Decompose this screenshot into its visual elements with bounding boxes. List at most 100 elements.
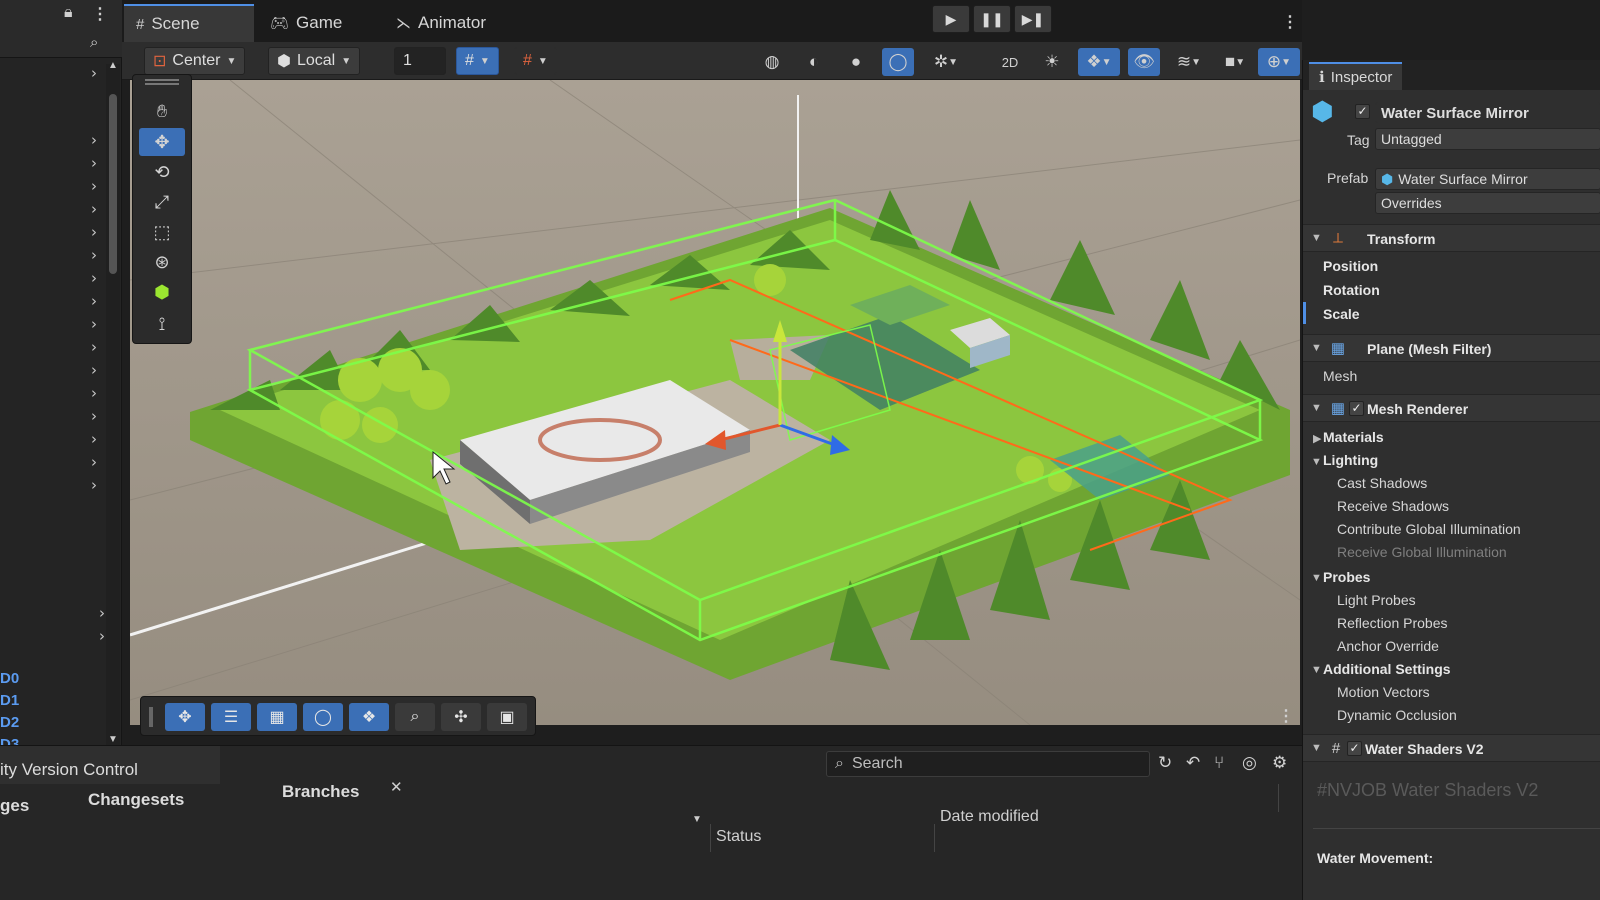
expand-arrow-icon[interactable]: › [91,269,97,287]
foldout-arrow-icon[interactable]: ▼ [1311,572,1322,584]
panel-title[interactable]: ity Version Control [0,760,138,780]
grid-snap-input[interactable]: 1 [394,47,446,75]
custom-tool-button[interactable]: ⬢ [139,278,185,306]
step-button[interactable]: ▶❚ [1014,5,1052,33]
effects-dropdown[interactable]: ❖ ▼ [1078,48,1120,76]
expand-arrow-icon[interactable]: › [99,627,105,645]
shading-shaded-button[interactable]: ◯ [882,48,914,76]
move-tool-button[interactable]: ✥ [139,128,185,156]
tab-changesets[interactable]: Changesets [88,790,184,810]
more-options-icon[interactable]: ⋮ [92,4,108,24]
foldout-arrow-icon[interactable]: ▼ [1311,402,1322,414]
hand-tool-button[interactable]: ✋︎ [139,97,185,125]
expand-arrow-icon[interactable]: › [91,407,97,425]
column-divider[interactable] [934,824,935,852]
expand-arrow-icon[interactable]: › [91,476,97,494]
transform-header[interactable]: ▼ ⟂ Transform [1303,224,1600,252]
scale-label[interactable]: Scale [1323,306,1360,322]
overlay-camera-button[interactable]: ▣ [487,703,527,731]
expand-arrow-icon[interactable]: › [91,292,97,310]
hierarchy-search-icon[interactable]: ⌕ [90,34,98,51]
more-options-icon[interactable]: ⋮ [1282,12,1298,32]
scene-viewport[interactable] [130,80,1300,725]
overlay-pivot-button[interactable]: ✣ [441,703,481,731]
overlay-align-button[interactable]: ☰ [211,703,251,731]
gear-icon[interactable]: ⚙ [1272,753,1287,773]
2d-mode-toggle[interactable]: 2D [994,48,1026,76]
scroll-up-icon[interactable]: ▲ [108,60,118,71]
tab-scene[interactable]: # Scene [124,4,254,42]
scrollbar-thumb[interactable] [109,94,117,274]
debug-draw-dropdown[interactable]: ✲ ▼ [926,48,966,76]
tab-animator[interactable]: ⋋ Animator [384,4,498,42]
close-tab-icon[interactable]: ✕ [390,778,403,796]
sort-arrow-icon[interactable]: ▼ [692,814,702,825]
pivot-rotation-dropdown[interactable]: ⬢ Local ▼ [268,47,361,75]
expand-arrow-icon[interactable]: › [91,430,97,448]
expand-arrow-icon[interactable]: › [91,177,97,195]
rotate-tool-button[interactable]: ⟲ [139,158,185,186]
shading-wire-button[interactable]: ◐ [798,48,830,76]
tab-changes[interactable]: ges [0,796,29,816]
pause-button[interactable]: ❚❚ [973,5,1011,33]
lighting-label[interactable]: Lighting [1323,452,1378,468]
probes-label[interactable]: Probes [1323,569,1370,585]
expand-arrow-icon[interactable]: › [91,154,97,172]
overlay-move-button[interactable]: ✥ [165,703,205,731]
rect-tool-button[interactable]: ⬚ [139,218,185,246]
expand-arrow-icon[interactable]: › [91,338,97,356]
water-shaders-header[interactable]: ▼ # ✓ Water Shaders V2 [1303,734,1600,762]
play-button[interactable]: ▶ [932,5,970,33]
search-input[interactable]: ⌕ Search [826,751,1150,777]
object-name-field[interactable]: Water Surface Mirror [1375,102,1600,124]
refresh-icon[interactable]: ↻ [1158,753,1172,773]
expand-arrow-icon[interactable]: › [91,246,97,264]
overlay-drag-handle[interactable] [149,707,153,727]
foldout-arrow-icon[interactable]: ▼ [1311,232,1322,244]
overrides-dropdown[interactable]: Overrides [1375,192,1600,214]
materials-label[interactable]: Materials [1323,429,1384,445]
column-divider[interactable] [710,824,711,852]
lod-item[interactable]: D1 [0,692,19,709]
foldout-arrow-icon[interactable]: ▶ [1313,432,1321,445]
transform-tool-button[interactable]: ⊛ [139,248,185,276]
snap-settings-toggle[interactable]: # ▼ [514,47,557,75]
foldout-arrow-icon[interactable]: ▼ [1311,742,1322,754]
mesh-renderer-header[interactable]: ▼ ▦ ✓ Mesh Renderer [1303,394,1600,422]
expand-arrow-icon[interactable]: › [91,131,97,149]
shading-solid-button[interactable]: ● [840,48,872,76]
gizmos-dropdown[interactable]: ⊕ ▼ [1258,48,1300,76]
column-date-modified[interactable]: Date modified [940,808,1039,826]
layers-dropdown[interactable]: ≋ ▼ [1168,48,1210,76]
tag-dropdown[interactable]: Untagged [1375,128,1600,150]
camera-dropdown[interactable]: ■ ▼ [1214,48,1256,76]
tab-inspector[interactable]: ℹ Inspector [1309,62,1403,90]
undo-icon[interactable]: ↶ [1186,753,1200,773]
scene-visibility-toggle[interactable]: 👁︎ [1128,48,1160,76]
target-icon[interactable]: ◎ [1242,753,1257,773]
hierarchy-scrollbar[interactable]: ▲ ▼ [106,60,120,754]
lod-item[interactable]: D0 [0,670,19,687]
expand-arrow-icon[interactable]: › [91,64,97,82]
mesh-renderer-enabled-checkbox[interactable]: ✓ [1349,401,1364,416]
viewport-more-icon[interactable]: ⋮ [1278,706,1294,726]
draw-mode-button[interactable]: ◍ [756,48,788,76]
foldout-arrow-icon[interactable]: ▼ [1311,456,1322,468]
overlay-grid-button[interactable]: ▦ [257,703,297,731]
expand-arrow-icon[interactable]: › [91,223,97,241]
mesh-filter-header[interactable]: ▼ ▦ Plane (Mesh Filter) [1303,334,1600,362]
water-shaders-enabled-checkbox[interactable]: ✓ [1347,741,1362,756]
column-divider[interactable] [1278,784,1279,812]
expand-arrow-icon[interactable]: › [99,604,105,622]
overlay-search-button[interactable]: ⌕ [395,703,435,731]
additional-settings-label[interactable]: Additional Settings [1323,661,1451,677]
rotation-label[interactable]: Rotation [1323,282,1380,298]
palette-drag-handle[interactable] [145,79,179,85]
grid-visibility-toggle[interactable]: # ▼ [456,47,499,75]
prefab-field[interactable]: ⬢ Water Surface Mirror [1375,168,1600,190]
pivot-mode-dropdown[interactable]: ⊡ Center ▼ [144,47,246,75]
branch-icon[interactable]: ⑂ [1214,753,1224,773]
expand-arrow-icon[interactable]: › [91,361,97,379]
tab-game[interactable]: 🎮︎ Game [258,4,354,42]
scale-tool-button[interactable]: ⤢ [139,188,185,216]
